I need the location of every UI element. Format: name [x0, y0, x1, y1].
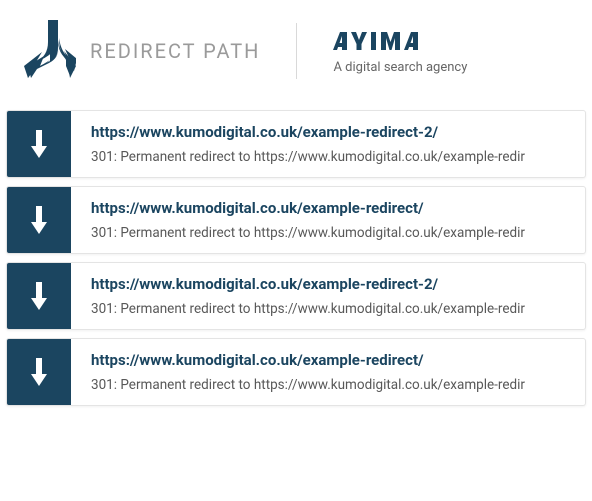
arrow-down-icon: [7, 111, 71, 177]
redirect-row[interactable]: https://www.kumodigital.co.uk/example-re…: [6, 338, 586, 406]
header: REDIRECT PATH A digital search agency: [0, 0, 592, 110]
arrow-down-icon: [7, 263, 71, 329]
redirect-row-body: https://www.kumodigital.co.uk/example-re…: [71, 339, 585, 405]
redirect-status: 301: Permanent redirect to https://www.k…: [91, 377, 569, 393]
redirect-row[interactable]: https://www.kumodigital.co.uk/example-re…: [6, 262, 586, 330]
redirect-status: 301: Permanent redirect to https://www.k…: [91, 149, 569, 165]
header-divider: [296, 23, 297, 79]
redirect-list: https://www.kumodigital.co.uk/example-re…: [0, 110, 592, 420]
redirect-url[interactable]: https://www.kumodigital.co.uk/example-re…: [91, 351, 569, 369]
ayima-tagline: A digital search agency: [333, 60, 467, 75]
redirect-status: 301: Permanent redirect to https://www.k…: [91, 301, 569, 317]
app-title: REDIRECT PATH: [90, 39, 260, 63]
brand-right: A digital search agency: [333, 28, 467, 75]
redirect-url[interactable]: https://www.kumodigital.co.uk/example-re…: [91, 123, 569, 141]
brand-left: REDIRECT PATH: [20, 20, 260, 82]
redirect-row-body: https://www.kumodigital.co.uk/example-re…: [71, 263, 585, 329]
arrow-down-icon: [7, 339, 71, 405]
redirect-status: 301: Permanent redirect to https://www.k…: [91, 225, 569, 241]
arrow-down-icon: [7, 187, 71, 253]
redirect-row-body: https://www.kumodigital.co.uk/example-re…: [71, 187, 585, 253]
redirect-url[interactable]: https://www.kumodigital.co.uk/example-re…: [91, 275, 569, 293]
redirect-row[interactable]: https://www.kumodigital.co.uk/example-re…: [6, 110, 586, 178]
ayima-logo: [333, 28, 453, 58]
redirect-url[interactable]: https://www.kumodigital.co.uk/example-re…: [91, 199, 569, 217]
redirect-path-logo-icon: [20, 20, 76, 82]
redirect-row[interactable]: https://www.kumodigital.co.uk/example-re…: [6, 186, 586, 254]
redirect-row-body: https://www.kumodigital.co.uk/example-re…: [71, 111, 585, 177]
